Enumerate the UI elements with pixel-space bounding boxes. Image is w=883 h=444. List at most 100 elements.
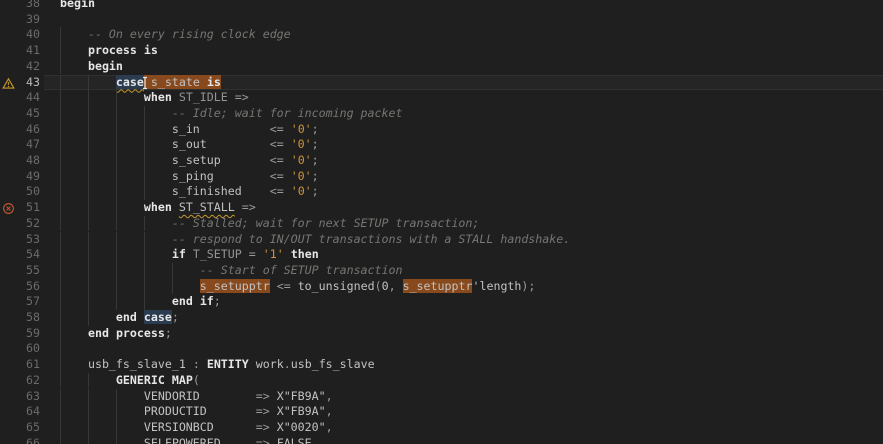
code-line[interactable]: 49 s_ping <= '0'; [0,169,883,185]
line-number[interactable]: 58 [0,310,40,326]
code-line[interactable]: 46 s_in <= '0'; [0,122,883,138]
line-number[interactable]: 44 [0,90,40,106]
code-line[interactable]: 58 end case; [0,310,883,326]
token: => [256,420,270,434]
line-number[interactable]: 61 [0,357,40,373]
code-line[interactable]: 64 PRODUCTID => X"FB9A", [0,404,883,420]
line-number[interactable]: 41 [0,43,40,59]
code-line[interactable]: 43 case s_state is [0,75,883,91]
code-text: end if; [60,294,221,310]
line-number[interactable]: 53 [0,232,40,248]
line-number[interactable]: 51 [0,200,40,216]
code-editor[interactable]: 38 begin 3940 -- On every rising clock edg… [0,0,883,444]
code-line[interactable]: 61 usb_fs_slave_1 : ENTITY work.usb_fs_s… [0,357,883,373]
token: ; [165,326,172,340]
code-line[interactable]: 65 VERSIONBCD => X"0020", [0,420,883,436]
token: ST_STALL [179,200,235,214]
code-line[interactable]: 55 -- Start of SETUP transaction [0,263,883,279]
line-number[interactable]: 40 [0,27,40,43]
line-number[interactable]: 66 [0,436,40,444]
line-number[interactable]: 64 [0,404,40,420]
line-number[interactable]: 59 [0,326,40,342]
line-number[interactable]: 43 [0,75,40,91]
token [221,153,270,167]
code-text: s_ping <= '0'; [60,169,319,185]
token [235,200,242,214]
code-line[interactable]: 47 s_out <= '0'; [0,137,883,153]
code-line[interactable]: 40 -- On every rising clock edge [0,27,883,43]
line-number[interactable]: 52 [0,216,40,232]
token [214,169,270,183]
code-line[interactable]: 66 SELFPOWERED => FALSE [0,436,883,444]
code-line[interactable]: 63 VENDORID => X"FB9A", [0,389,883,405]
line-number[interactable]: 65 [0,420,40,436]
token [186,357,193,371]
code-text: -- On every rising clock edge [60,27,291,43]
line-number[interactable]: 50 [0,184,40,200]
token: then [291,247,319,261]
text-cursor [141,76,149,90]
code-line[interactable]: 50 s_finished <= '0'; [0,184,883,200]
token: '0' [291,122,312,136]
token: SELFPOWERED [144,436,221,444]
code-text: end process; [60,326,172,342]
token: work [256,357,284,371]
line-number[interactable]: 56 [0,279,40,295]
token [109,326,116,340]
code-line[interactable]: 54 if T_SETUP = '1' then [0,247,883,263]
code-line[interactable]: 45 -- Idle; wait for incoming packet [0,106,883,122]
line-number[interactable]: 45 [0,106,40,122]
line-number[interactable]: 57 [0,294,40,310]
code-line[interactable]: 60 [0,341,883,357]
line-number[interactable]: 49 [0,169,40,185]
code-line[interactable]: 57 end if; [0,294,883,310]
line-number[interactable]: 38 [0,0,40,12]
line-number[interactable]: 54 [0,247,40,263]
token [242,247,249,261]
line-number[interactable]: 46 [0,122,40,138]
code-line[interactable]: 48 s_setup <= '0'; [0,153,883,169]
token [186,247,193,261]
line-number[interactable]: 60 [0,341,40,357]
code-line[interactable]: 41 process is [0,43,883,59]
code-line[interactable]: 52 -- Stalled; wait for next SETUP trans… [0,216,883,232]
token: begin [60,0,95,10]
code-line[interactable]: 38 begin [0,0,883,12]
token [249,357,256,371]
code-line[interactable]: 44 when ST_IDLE => [0,90,883,106]
code-text: usb_fs_slave_1 : ENTITY work.usb_fs_slav… [60,357,375,373]
code-line[interactable]: 42 begin [0,59,883,75]
line-number[interactable]: 39 [0,12,40,28]
code-line[interactable]: 39 [0,12,883,28]
line-number[interactable]: 55 [0,263,40,279]
code-text: when ST_IDLE => [60,90,249,106]
token: PRODUCTID [144,404,207,418]
line-number[interactable]: 47 [0,137,40,153]
token: -- Stalled; wait for next SETUP transact… [172,216,480,230]
code-line[interactable]: 51 when ST_STALL => [0,200,883,216]
token: -- respond to IN/OUT transactions with a… [172,232,570,246]
line-number[interactable]: 48 [0,153,40,169]
code-text [60,341,88,357]
code-text: PRODUCTID => X"FB9A", [60,404,333,420]
code-line[interactable]: 62 GENERIC MAP( [0,373,883,389]
token [256,247,263,261]
token: ; [312,184,319,198]
token: MAP [172,373,193,387]
line-number[interactable]: 63 [0,389,40,405]
token: <= [270,184,284,198]
code-text: GENERIC MAP( [60,373,200,389]
token: ; [528,279,535,293]
token: , [326,420,333,434]
token [291,279,298,293]
line-number[interactable]: 42 [0,59,40,75]
code-text: case s_state is [60,75,221,91]
token [207,137,270,151]
token: -- Idle; wait for incoming packet [172,106,403,120]
token [214,420,256,434]
line-number[interactable]: 62 [0,373,40,389]
code-line[interactable]: 56 s_setupptr <= to_unsigned(0, s_setupp… [0,279,883,295]
token [284,169,291,183]
code-line[interactable]: 59 end process; [0,326,883,342]
code-line[interactable]: 53 -- respond to IN/OUT transactions wit… [0,232,883,248]
